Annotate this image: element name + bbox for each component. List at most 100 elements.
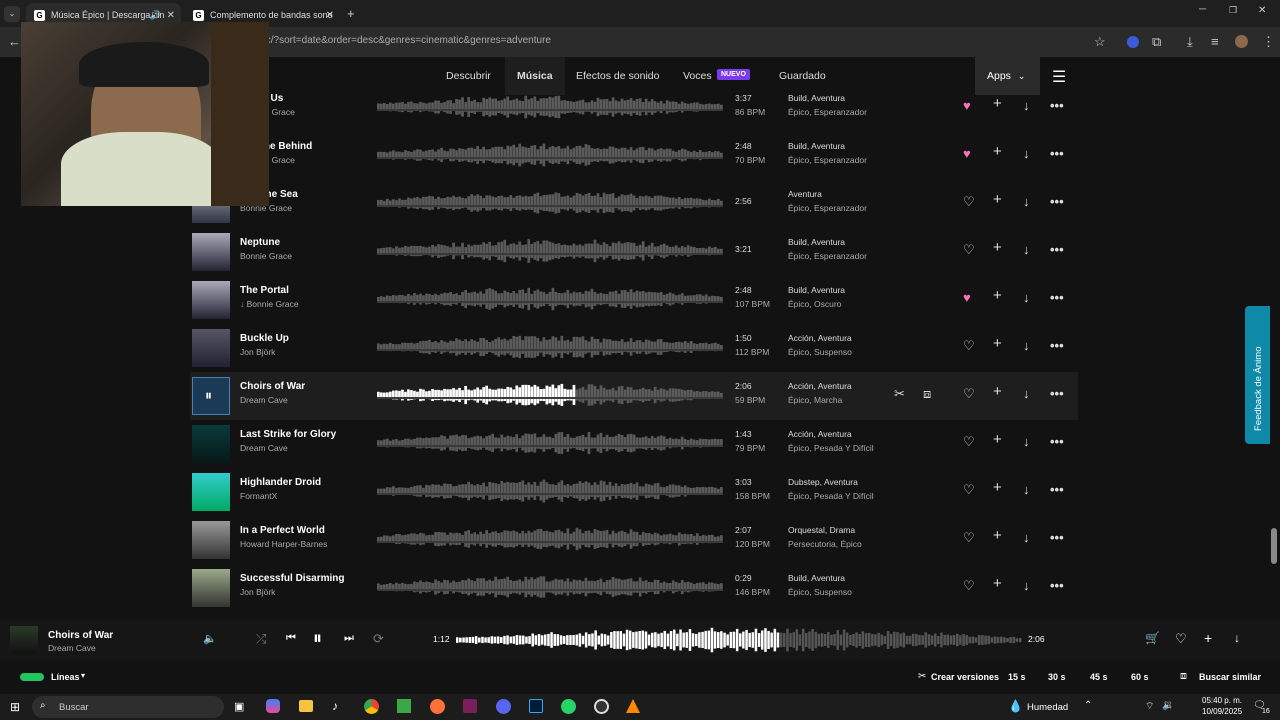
genre-tag[interactable]: Aventura [811,141,845,151]
wifi-icon[interactable]: ⌔ [1145,700,1154,713]
discord-icon[interactable] [496,699,511,714]
track-thumbnail[interactable] [192,473,230,511]
track-waveform[interactable] [377,329,723,365]
download-arrow-icon[interactable]: ↓ [1023,195,1030,209]
genre-tag[interactable]: Esperanzador [814,155,867,165]
browser-menu-icon[interactable]: ⋮ [1262,34,1275,50]
vlc-icon[interactable] [626,699,640,713]
more-options-icon[interactable]: ••• [1050,435,1064,449]
genre-tag[interactable]: Persecutoria [788,539,836,549]
heart-icon[interactable]: ♡ [963,243,975,257]
file-explorer-icon[interactable] [299,700,313,712]
copilot-icon[interactable] [266,699,280,713]
url-field[interactable]: pic/?sort=date&order=desc&genres=cinemat… [258,35,551,46]
genre-tag[interactable]: Pesada Y Difícil [814,491,874,501]
new-tab-icon[interactable]: + [347,6,355,21]
track-waveform[interactable] [377,521,723,557]
genre-tag[interactable]: Suspenso [814,347,852,357]
more-options-icon[interactable]: ••• [1050,579,1064,593]
task-view-icon[interactable]: ▣ [234,700,244,713]
shuffle-icon[interactable]: ⤮ [256,631,266,647]
heart-icon[interactable]: ♥ [963,99,971,113]
more-options-icon[interactable]: ••• [1050,387,1064,401]
track-title[interactable]: Buckle Up [240,333,289,344]
heart-icon[interactable]: ♡ [963,579,975,593]
nav-efectos-de-sonido[interactable]: Efectos de sonido [576,70,659,82]
track-waveform[interactable] [377,569,723,605]
add-icon[interactable]: + [993,480,1002,495]
player-title[interactable]: Choirs of War [48,630,113,641]
track-waveform[interactable] [377,473,723,509]
track-artist-name[interactable]: Jon Björk [240,347,275,357]
whatsapp-icon[interactable] [561,699,576,714]
track-artist-name[interactable]: Dream Cave [240,443,288,453]
chevron-down-icon[interactable]: ▾ [81,671,85,680]
genre-tag[interactable]: Épico [788,107,809,117]
genre-tag[interactable]: Oscuro [814,299,841,309]
track-row[interactable]: No One Behind …onnie Grace 2:48 70 BPM B… [190,132,1078,180]
heart-icon[interactable]: ♥ [963,291,971,305]
download-arrow-icon[interactable]: ↓ [1023,579,1030,593]
genre-tag[interactable]: Build [788,141,807,151]
weather-label[interactable]: Humedad [1027,702,1068,713]
track-row[interactable]: ⏸ Choirs of War Dream Cave 2:06 59 BPM A… [190,372,1078,420]
add-icon[interactable]: + [993,96,1002,111]
track-row[interactable]: Neptune Bonnie Grace 3:21 Build, Aventur… [190,228,1078,276]
genre-tag[interactable]: Acción [788,333,814,343]
genre-tag[interactable]: Épico [788,155,809,165]
genre-tag[interactable]: Esperanzador [814,251,867,261]
track-artist[interactable]: Dream Cave [240,395,288,405]
track-title[interactable]: Choirs of War [240,381,305,392]
track-thumbnail[interactable] [192,233,230,271]
close-tab-icon[interactable]: ✕ [326,10,334,21]
track-row[interactable]: …s of Us …onnie Grace 3:37 86 BPM Build,… [190,84,1078,132]
track-row[interactable]: …of the Sea Bonnie Grace 2:56 Aventura É… [190,180,1078,228]
restore-icon[interactable]: ❐ [1229,5,1237,16]
genre-tag[interactable]: Aventura [811,285,845,295]
track-artist-name[interactable]: Jon Björk [240,587,275,597]
tray-chevron-icon[interactable]: ⌃ [1084,700,1092,711]
duration-45s-button[interactable]: 45 s [1090,672,1108,682]
heart-icon[interactable]: ♡ [963,483,975,497]
genre-tag[interactable]: Build [788,93,807,103]
repeat-icon[interactable]: ⟳ [373,631,384,647]
nav-descubrir[interactable]: Descubrir [446,70,491,82]
feedback-tab[interactable]: Feedback de Ánimo [1245,306,1270,444]
track-waveform[interactable] [377,281,723,317]
photoshop-icon[interactable] [529,699,543,713]
profile-avatar[interactable] [1235,35,1248,48]
chrome-icon[interactable] [364,699,379,714]
add-icon[interactable]: + [993,384,1002,399]
page-scrollbar[interactable] [1271,528,1277,564]
track-artist-name[interactable]: Howard Harper-Barnes [240,539,327,549]
player-waveform[interactable] [456,624,1022,656]
genre-tag[interactable]: Suspenso [814,587,852,597]
heart-icon[interactable]: ♡ [963,531,975,545]
more-options-icon[interactable]: ••• [1050,291,1064,305]
track-waveform[interactable] [377,377,723,413]
genre-tag[interactable]: Acción [788,381,814,391]
scissors-icon[interactable]: ✂ [894,387,905,401]
genre-tag[interactable]: Épico [788,203,809,213]
minecraft-icon[interactable] [397,699,411,713]
clock-date[interactable]: 10/09/2025 [1202,707,1242,716]
track-thumbnail[interactable] [192,521,230,559]
add-icon[interactable]: + [993,288,1002,303]
track-artist[interactable]: Jon Björk [240,347,275,357]
media-control-icon[interactable]: ≡ [1211,34,1219,49]
track-title[interactable]: Successful Disarming [240,573,344,584]
add-icon[interactable]: + [993,336,1002,351]
genre-tag[interactable]: Épico [788,299,809,309]
genre-tag[interactable]: Build [788,285,807,295]
track-title[interactable]: Last Strike for Glory [240,429,336,440]
more-options-icon[interactable]: ••• [1050,147,1064,161]
minimize-icon[interactable]: ─ [1199,4,1206,15]
bookmark-star-icon[interactable]: ☆ [1094,34,1106,50]
track-artist[interactable]: Jon Björk [240,587,275,597]
track-waveform[interactable] [377,425,723,461]
track-artist[interactable]: Dream Cave [240,443,288,453]
more-options-icon[interactable]: ••• [1050,99,1064,113]
duration-30s-button[interactable]: 30 s [1048,672,1066,682]
genre-tag[interactable]: Pesada Y Difícil [814,443,874,453]
track-artist-name[interactable]: Bonnie Grace [240,251,292,261]
